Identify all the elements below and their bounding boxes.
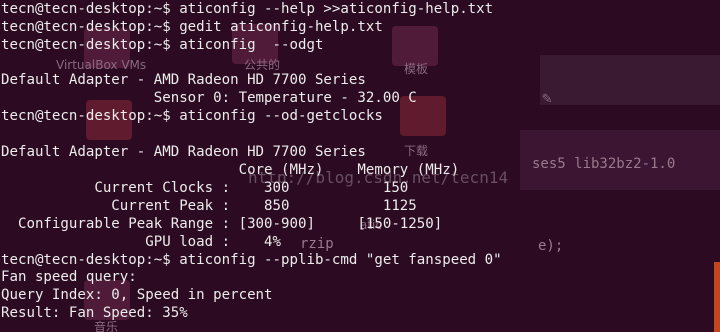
terminal-line: tecn@tecn-desktop:~$ aticonfig --od-getc… — [1, 108, 383, 124]
terminal-line: Query Index: 0, Speed in percent — [1, 287, 273, 303]
terminal-line: tecn@tecn-desktop:~$ gedit aticonfig-hel… — [1, 19, 383, 35]
terminal-line: Default Adapter - AMD Radeon HD 7700 Ser… — [1, 144, 366, 160]
terminal-line: Current Peak : 850 1125 — [1, 198, 417, 214]
terminal-line: Core (MHz) Memory (MHz) — [1, 162, 460, 178]
terminal-line: Sensor 0: Temperature - 32.00 C — [1, 90, 417, 106]
terminal-line: tecn@tecn-desktop:~$ aticonfig --pplib-c… — [1, 252, 502, 268]
terminal-window[interactable]: tecn@tecn-desktop:~$ aticonfig --help >>… — [0, 0, 720, 332]
terminal-line: tecn@tecn-desktop:~$ aticonfig --odgt — [1, 37, 324, 53]
terminal-line: Fan speed query: — [1, 269, 137, 285]
terminal-line: tecn@tecn-desktop:~$ aticonfig --help >>… — [1, 1, 494, 17]
terminal-line: Result: Fan Speed: 35% — [1, 305, 188, 321]
terminal-line: Default Adapter - AMD Radeon HD 7700 Ser… — [1, 72, 366, 88]
terminal-line: GPU load : 4% — [1, 234, 282, 250]
terminal-line: Configurable Peak Range : [300-900] [150… — [1, 216, 443, 232]
terminal-line: Current Clocks : 300 150 — [1, 180, 409, 196]
